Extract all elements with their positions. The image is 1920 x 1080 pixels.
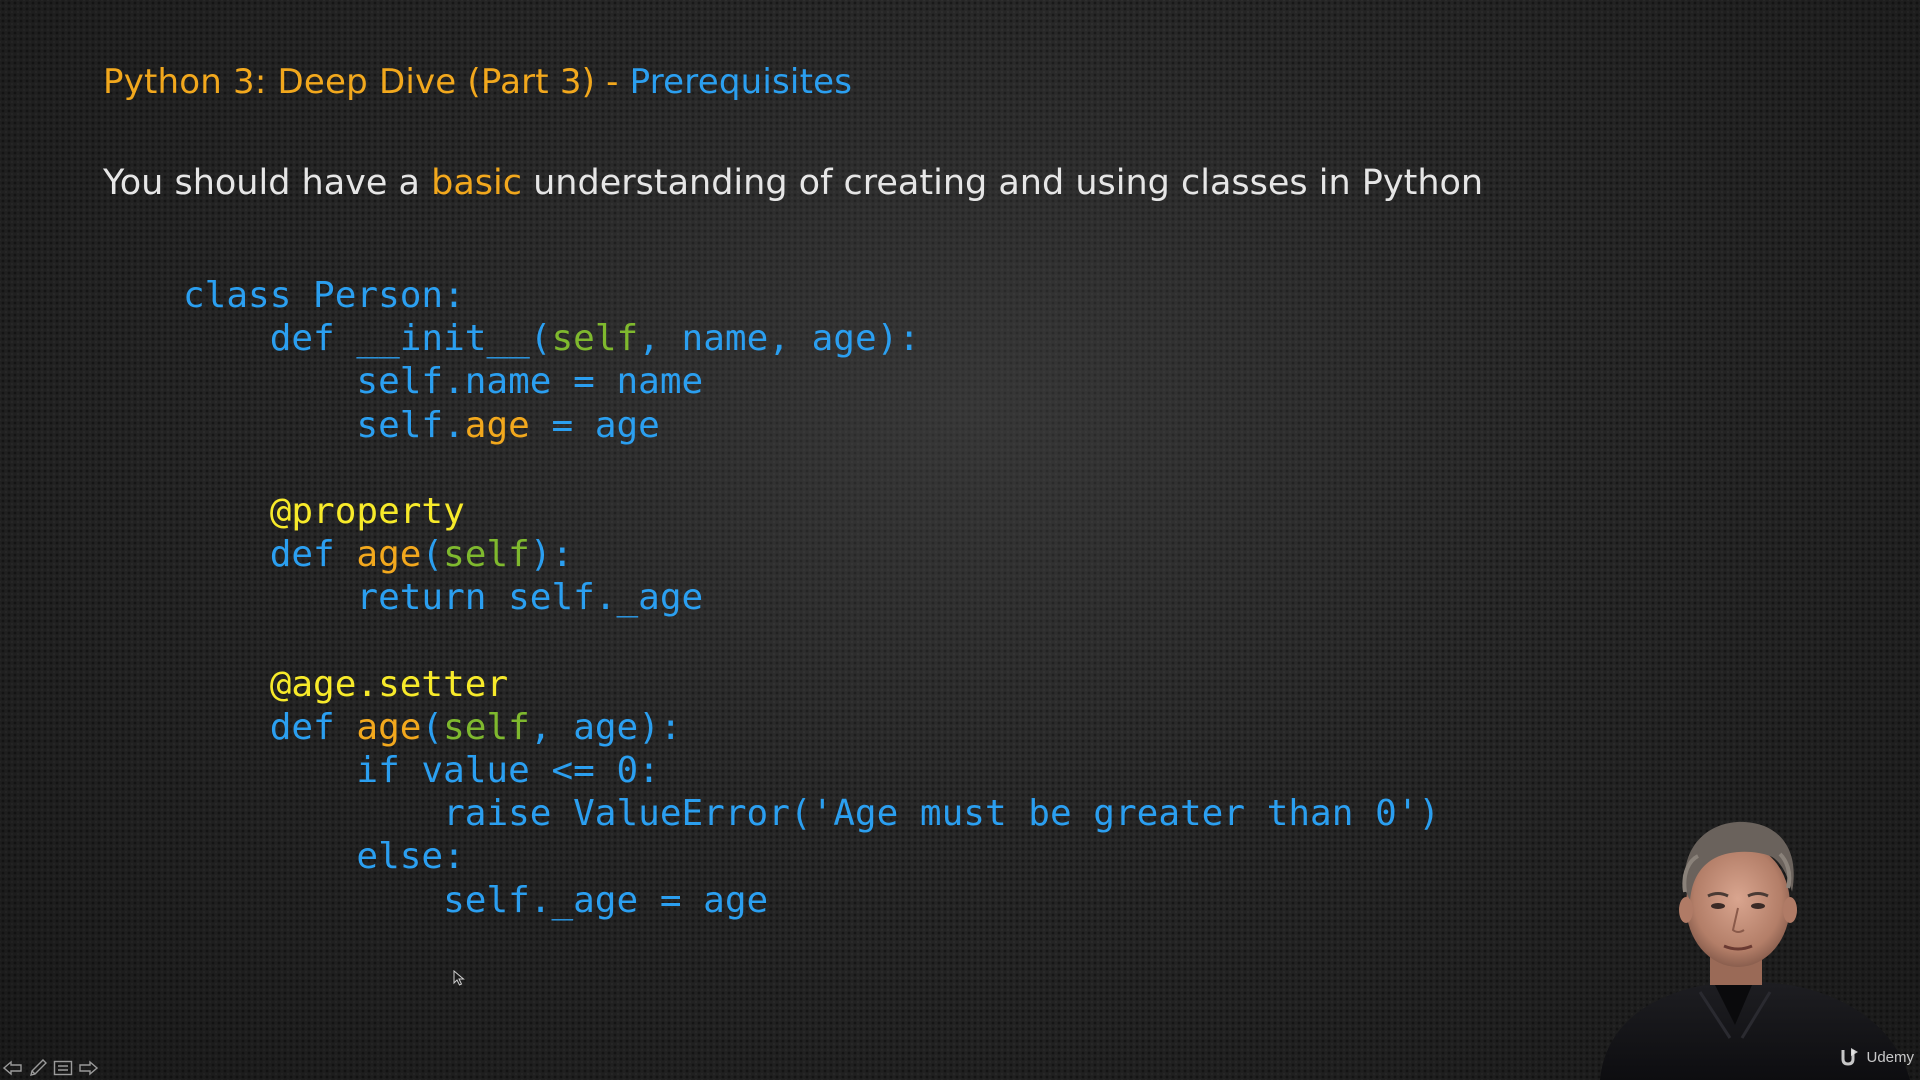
code-line: @property [183, 490, 1440, 533]
code-line: self.name = name [183, 360, 1440, 403]
code-line: raise ValueError('Age must be greater th… [183, 792, 1440, 835]
code-keyword: class [183, 275, 314, 316]
code-line: return self._age [183, 576, 1440, 619]
code-punct: ( [421, 534, 444, 576]
code-line: self._age = age [183, 879, 1440, 922]
code-param: self [551, 318, 639, 360]
code-class-name: Person: [313, 275, 465, 316]
code-param: name [681, 318, 769, 360]
udemy-logo-icon [1841, 1048, 1859, 1066]
code-punct: , [529, 706, 574, 748]
code-param: self [443, 706, 530, 748]
code-punct: ( [421, 706, 444, 748]
code-line: def __init__(self, name, age): [183, 317, 1440, 360]
code-function-name: age [356, 706, 422, 748]
title-separator: - [595, 62, 630, 102]
code-function-name: __init__( [356, 318, 552, 360]
intro-text-before: You should have a [103, 163, 432, 203]
code-text: = age [529, 404, 660, 446]
code-line: def age(self): [183, 533, 1440, 576]
pen-icon[interactable] [27, 1057, 49, 1079]
code-punct: ): [529, 534, 574, 576]
presenter-silhouette [1600, 821, 1910, 1080]
slide-controls [2, 1056, 99, 1080]
udemy-watermark: Udemy [1840, 1048, 1914, 1066]
code-line: class Person: [183, 274, 1440, 317]
code-keyword: def [269, 706, 357, 748]
code-param: age [811, 318, 877, 360]
code-line: else: [183, 835, 1440, 878]
mouse-cursor-icon [453, 970, 465, 986]
udemy-brand-text: Udemy [1866, 1048, 1914, 1066]
code-text: return self._age [356, 577, 704, 619]
code-keyword: def [269, 534, 357, 576]
code-text: if value <= 0: [356, 750, 660, 792]
code-text: raise ValueError('Age must be greater th… [443, 793, 1441, 835]
code-decorator: @property [269, 490, 465, 532]
code-line: self.age = age [183, 404, 1440, 447]
code-keyword: def [269, 318, 357, 360]
code-decorator: @age.setter [269, 663, 509, 705]
intro-text-after: understanding of creating and using clas… [521, 163, 1484, 203]
slide-title: Python 3: Deep Dive (Part 3) - Prerequis… [103, 62, 852, 102]
code-line: @age.setter [183, 663, 1440, 706]
code-punct: , [638, 318, 682, 360]
previous-slide-icon[interactable] [2, 1057, 24, 1079]
intro-text: You should have a basic understanding of… [103, 163, 1483, 203]
code-punct: ): [638, 706, 682, 748]
code-function-name: age [356, 534, 422, 576]
code-text: self._age = age [443, 879, 769, 921]
code-punct: ): [876, 318, 920, 360]
code-punct: , [768, 318, 812, 360]
code-param: age [573, 706, 639, 748]
code-text: else: [356, 836, 465, 878]
intro-highlight: basic [431, 163, 522, 203]
code-block: class Person: def __init__(self, name, a… [183, 274, 1440, 922]
section-title: Prerequisites [629, 62, 853, 102]
code-text: self. [356, 404, 465, 446]
code-line: def age(self, age): [183, 706, 1440, 749]
code-param: self [443, 534, 530, 576]
code-text: self.name = name [356, 361, 704, 403]
next-slide-icon[interactable] [77, 1057, 99, 1079]
code-attribute: age [464, 404, 530, 446]
course-title: Python 3: Deep Dive (Part 3) [103, 62, 596, 102]
code-line: if value <= 0: [183, 749, 1440, 792]
slide-menu-icon[interactable] [52, 1057, 74, 1079]
presenter-video: Udemy [1530, 780, 1920, 1080]
